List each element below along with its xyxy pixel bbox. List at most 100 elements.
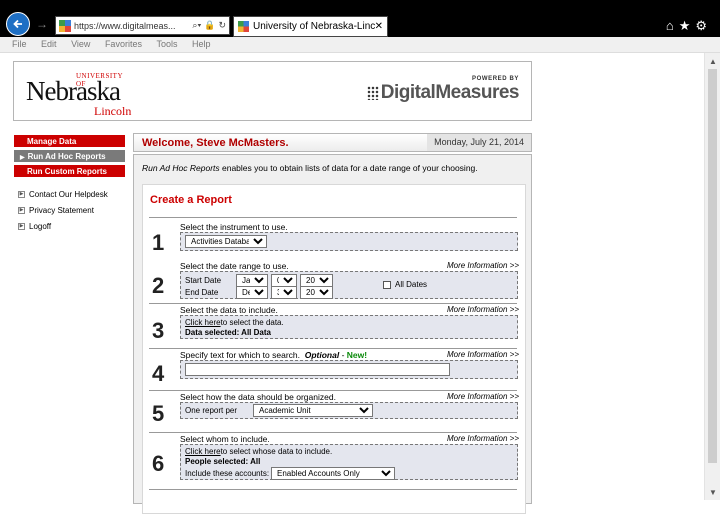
step-3: 3 Select the data to include. More Infor… <box>149 303 519 344</box>
step-7-partial <box>149 489 519 491</box>
dm-brand-name: DigitalMeasures <box>380 82 520 103</box>
nav-run-custom-reports[interactable]: Run Custom Reports <box>13 164 126 178</box>
more-information-link[interactable]: More Information >> <box>447 434 519 443</box>
browser-titlebar: → https://www.digitalmeas... ⌕▾ 🔒 ↻ Univ… <box>0 0 720 37</box>
menu-tools[interactable]: Tools <box>156 37 177 52</box>
search-text-input[interactable] <box>185 363 450 376</box>
more-information-link[interactable]: More Information >> <box>447 392 519 401</box>
step-number: 5 <box>152 401 165 426</box>
welcome-bar: Welcome, Steve McMasters. Monday, July 2… <box>133 133 532 152</box>
nav-link-label: Contact Our Helpdesk <box>29 189 108 199</box>
menu-view[interactable]: View <box>71 37 90 52</box>
expand-icon: ▶ <box>18 190 25 198</box>
back-arrow-icon <box>13 19 22 29</box>
site-favicon-icon <box>59 19 71 32</box>
forward-button[interactable]: → <box>36 17 50 31</box>
divider <box>149 432 517 433</box>
tab-favicon-icon <box>238 21 249 32</box>
expand-icon: ▶ <box>18 206 25 214</box>
back-button[interactable] <box>6 12 30 36</box>
optional-tag: Optional <box>304 350 340 360</box>
nav-manage-data[interactable]: Manage Data <box>13 134 126 148</box>
end-year-select[interactable]: 2014 <box>300 286 333 299</box>
divider <box>149 390 517 391</box>
instrument-select[interactable]: Activities Database <box>185 235 267 248</box>
digital-measures-logo: POWERED BY DigitalMeasures <box>366 76 520 104</box>
step-number: 1 <box>152 230 165 255</box>
select-data-text: to select the data. <box>220 318 284 327</box>
search-icon[interactable]: ⌕▾ <box>192 20 201 31</box>
home-icon[interactable]: ⌂ <box>666 18 679 33</box>
create-report-panel: Create a Report 1 Select the instrument … <box>142 184 526 514</box>
step-number: 6 <box>152 451 165 476</box>
address-bar[interactable]: https://www.digitalmeas... ⌕▾ 🔒 ↻ <box>55 16 230 35</box>
page-viewport: UNIVERSITY OF Nebraska Lincoln POWERED B… <box>0 53 720 514</box>
more-information-link[interactable]: More Information >> <box>447 350 519 359</box>
step-label: Select whom to include. <box>180 434 270 444</box>
nav-link-label: Privacy Statement <box>29 205 94 215</box>
end-date-label: End Date <box>185 288 219 297</box>
address-url: https://www.digitalmeas... <box>74 20 176 31</box>
close-tab-icon[interactable]: ✕ <box>375 21 383 32</box>
step-label: Specify text for which to search. Option… <box>180 350 367 360</box>
settings-gear-icon[interactable]: ⚙ <box>695 18 712 33</box>
expand-icon: ▶ <box>18 222 25 230</box>
accounts-select[interactable]: Enabled Accounts Only <box>271 467 395 480</box>
menu-edit[interactable]: Edit <box>41 37 57 52</box>
end-day-select[interactable]: 31 <box>271 286 297 299</box>
scroll-down-arrow-icon[interactable]: ▼ <box>709 488 717 497</box>
data-selected-text: Data selected: All Data <box>185 328 271 337</box>
divider <box>149 348 517 349</box>
divider <box>149 303 517 304</box>
scrollbar-thumb[interactable] <box>708 69 717 463</box>
nav-privacy-statement[interactable]: ▶ Privacy Statement <box>13 202 126 218</box>
main-content: Run Ad Hoc Reports enables you to obtain… <box>133 154 532 514</box>
vertical-scrollbar[interactable]: ▲ ▼ <box>704 53 720 500</box>
step-number: 4 <box>152 361 165 386</box>
browser-tab[interactable]: University of Nebraska-Linc... ✕ <box>233 16 388 37</box>
nav-logoff[interactable]: ▶ Logoff <box>13 218 126 234</box>
select-data-link[interactable]: Click here <box>185 318 221 327</box>
nav-arrow-icon: ▶ <box>20 155 25 161</box>
menu-favorites[interactable]: Favorites <box>105 37 142 52</box>
step-4: 4 Specify text for which to search. Opti… <box>149 348 519 386</box>
nav-run-adhoc-reports[interactable]: ▶ Run Ad Hoc Reports <box>13 149 126 163</box>
step-label: Select the date range to use. <box>180 261 289 271</box>
intro-rest: enables you to obtain lists of data for … <box>219 163 478 173</box>
lock-icon[interactable]: 🔒 <box>204 20 215 31</box>
step-label: Select how the data should be organized. <box>180 392 336 402</box>
start-date-label: Start Date <box>185 276 222 285</box>
refresh-icon[interactable]: ↻ <box>218 20 226 31</box>
current-date: Monday, July 21, 2014 <box>427 134 531 151</box>
left-nav: Manage Data ▶ Run Ad Hoc Reports Run Cust… <box>13 134 126 234</box>
end-month-select[interactable]: Dec <box>236 286 268 299</box>
step-1: 1 Select the instrument to use. Activiti… <box>149 222 519 255</box>
step-3-box: Click here to select the data. Data sele… <box>180 315 518 339</box>
favorites-star-icon[interactable]: ★ <box>679 18 696 33</box>
step-4-box <box>180 360 518 379</box>
all-dates-checkbox[interactable] <box>383 280 391 289</box>
select-people-text: to select whose data to include. <box>220 447 333 456</box>
nav-link-label: Logoff <box>29 221 52 231</box>
dash: - <box>339 350 347 360</box>
menu-file[interactable]: File <box>12 37 27 52</box>
scroll-up-arrow-icon[interactable]: ▲ <box>709 57 717 66</box>
step-4-label-text: Specify text for which to search. <box>180 350 300 360</box>
step-5-box: One report per Academic Unit <box>180 402 518 419</box>
organize-select[interactable]: Academic Unit <box>253 404 373 417</box>
divider <box>149 489 517 490</box>
step-number: 3 <box>152 318 165 343</box>
one-report-per-label: One report per <box>185 406 238 415</box>
more-information-link[interactable]: More Information >> <box>447 305 519 314</box>
intro-emphasis: Run Ad Hoc Reports <box>142 163 220 173</box>
step-number: 2 <box>152 273 165 298</box>
more-information-link[interactable]: More Information >> <box>447 261 519 270</box>
step-6-box: Click here to select whose data to inclu… <box>180 444 518 480</box>
nav-contact-helpdesk[interactable]: ▶ Contact Our Helpdesk <box>13 186 126 202</box>
step-label: Select the data to include. <box>180 305 278 315</box>
welcome-text: Welcome, Steve McMasters. <box>142 137 289 149</box>
accounts-label: Include these accounts: <box>185 469 270 478</box>
step-6: 6 Select whom to include. More Informati… <box>149 432 519 493</box>
select-people-link[interactable]: Click here <box>185 447 221 456</box>
menu-help[interactable]: Help <box>192 37 211 52</box>
